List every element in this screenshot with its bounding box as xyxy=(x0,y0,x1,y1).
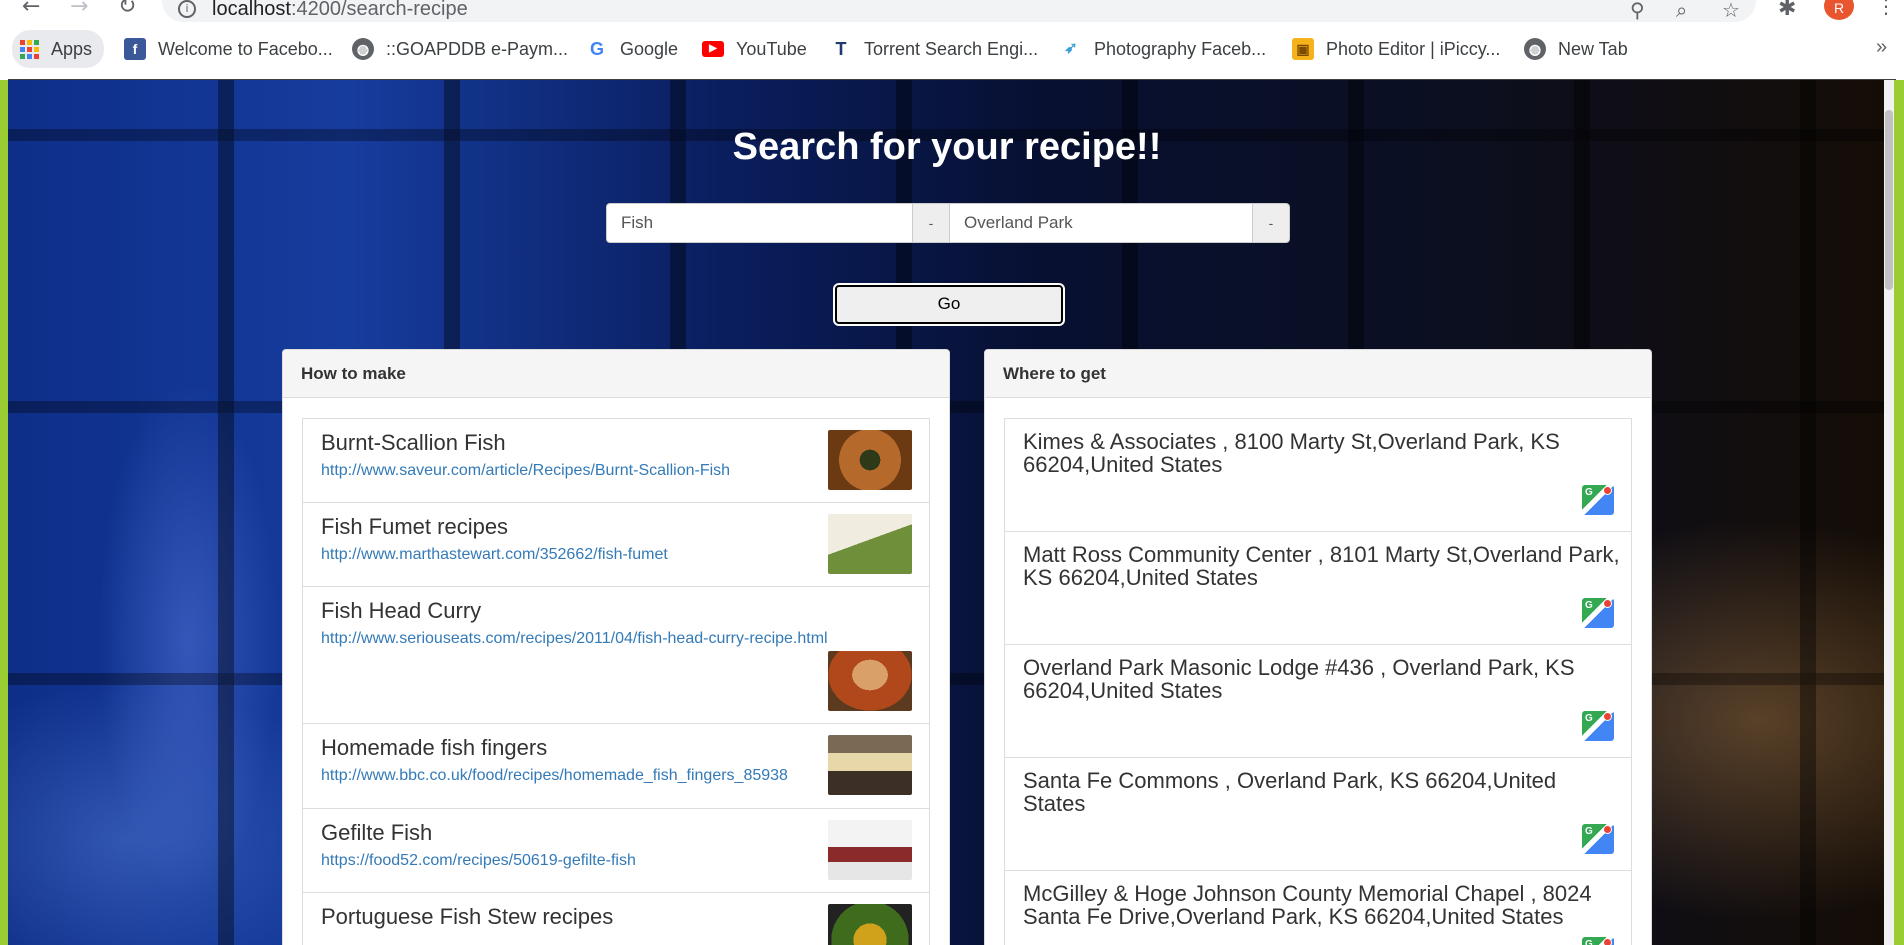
places-panel: Where to get Kimes & Associates , 8100 M… xyxy=(984,349,1652,945)
site-info-icon[interactable]: i xyxy=(178,0,196,18)
zoom-icon[interactable]: ⌕ xyxy=(1676,0,1687,22)
bookmark-label: Apps xyxy=(51,38,93,59)
url-host: localhost xyxy=(212,0,291,20)
bookmark-goapddb[interactable]: ◍ ::GOAPDDB e-Paym... xyxy=(352,30,568,68)
bookmark-facebook[interactable]: f Welcome to Facebo... xyxy=(124,30,333,68)
globe-icon: ◍ xyxy=(352,38,374,60)
recipe-list: Burnt-Scallion Fish http://www.saveur.co… xyxy=(302,418,930,945)
torrentz-icon: T xyxy=(830,38,852,60)
place-address: McGilley & Hoge Johnson County Memorial … xyxy=(1023,881,1592,929)
recipe-link[interactable]: http://www.seriouseats.com/recipes/2011/… xyxy=(321,630,828,648)
youtube-icon: ▶ xyxy=(702,41,724,57)
url-path: :4200/search-recipe xyxy=(290,0,468,20)
bookmark-photo-editor[interactable]: ▣ Photo Editor | iPiccy... xyxy=(1292,30,1500,68)
bookmarks-bar: Apps f Welcome to Facebo... ◍ ::GOAPDDB … xyxy=(0,30,1904,68)
recipe-link[interactable]: http://www.saveur.com/article/Recipes/Bu… xyxy=(321,462,730,480)
ipiccy-icon: ▣ xyxy=(1292,38,1314,60)
recipe-name: Burnt-Scallion Fish xyxy=(321,430,506,455)
bookmark-label: ::GOAPDDB e-Paym... xyxy=(386,38,569,59)
google-maps-icon[interactable]: G xyxy=(1582,711,1614,741)
globe-icon: ◍ xyxy=(1524,38,1546,60)
recipe-thumbnail xyxy=(828,820,912,880)
location-input[interactable] xyxy=(949,203,1263,243)
bookmark-google[interactable]: G Google xyxy=(586,30,678,68)
browser-chrome: ← → ↻ i localhost:4200/search-recipe ⚲ ⌕… xyxy=(0,0,1904,80)
forward-icon[interactable]: → xyxy=(70,0,88,19)
profile-avatar[interactable]: R xyxy=(1824,0,1854,20)
url-text[interactable]: localhost:4200/search-recipe xyxy=(212,0,468,21)
location-input-addon: - xyxy=(1252,203,1290,243)
bookmark-label: Photography Faceb... xyxy=(1094,38,1267,59)
recipe-thumbnail xyxy=(828,430,912,490)
place-address: Overland Park Masonic Lodge #436 , Overl… xyxy=(1023,655,1575,703)
recipe-thumbnail xyxy=(828,651,912,711)
bookmark-label: YouTube xyxy=(736,38,807,59)
recipe-link[interactable]: http://www.bbc.co.uk/food/recipes/homema… xyxy=(321,767,788,785)
recipe-thumbnail xyxy=(828,514,912,574)
scrollbar[interactable] xyxy=(1884,80,1894,945)
facebook-icon: f xyxy=(124,38,146,60)
bookmark-label: Torrent Search Engi... xyxy=(864,38,1039,59)
location-pin-icon[interactable]: ⚲ xyxy=(1630,0,1645,22)
reload-icon[interactable]: ↻ xyxy=(118,0,136,19)
recipe-name: Fish Head Curry xyxy=(321,598,482,623)
scrollbar-thumb[interactable] xyxy=(1885,110,1893,290)
bookmark-apps[interactable]: Apps xyxy=(12,30,104,68)
extensions-icon[interactable]: ✱ xyxy=(1778,0,1796,21)
recipe-name: Homemade fish fingers xyxy=(321,735,548,760)
recipe-link[interactable]: https://food52.com/recipes/50619-gefilte… xyxy=(321,852,636,870)
place-item[interactable]: Overland Park Masonic Lodge #436 , Overl… xyxy=(1004,644,1632,758)
recipe-link[interactable]: http://www.marthastewart.com/352662/fish… xyxy=(321,546,668,564)
place-list: Kimes & Associates , 8100 Marty St,Overl… xyxy=(1004,418,1632,945)
go-button[interactable]: Go xyxy=(835,285,1063,324)
places-panel-title: Where to get xyxy=(985,350,1651,398)
recipe-search-input[interactable] xyxy=(606,203,913,243)
bird-icon: ➶ xyxy=(1060,38,1082,60)
recipe-item[interactable]: Homemade fish fingers http://www.bbc.co.… xyxy=(302,723,930,809)
menu-icon[interactable]: ⋮ xyxy=(1876,0,1896,18)
bookmark-label: Photo Editor | iPiccy... xyxy=(1326,38,1501,59)
place-address: Santa Fe Commons , Overland Park, KS 662… xyxy=(1023,768,1557,816)
google-maps-icon[interactable]: G xyxy=(1582,598,1614,628)
google-maps-icon[interactable]: G xyxy=(1582,937,1614,945)
bookmark-youtube[interactable]: ▶ YouTube xyxy=(702,30,807,68)
recipe-input-addon: - xyxy=(912,203,950,243)
place-address: Kimes & Associates , 8100 Marty St,Overl… xyxy=(1023,429,1560,477)
page-title: Search for your recipe!! xyxy=(732,126,1162,168)
recipe-name: Portuguese Fish Stew recipes xyxy=(321,904,614,929)
recipe-item[interactable]: Portuguese Fish Stew recipes xyxy=(302,892,930,945)
recipe-item[interactable]: Gefilte Fish https://food52.com/recipes/… xyxy=(302,808,930,893)
more-bookmarks-icon[interactable]: » xyxy=(1876,36,1887,59)
place-item[interactable]: Santa Fe Commons , Overland Park, KS 662… xyxy=(1004,757,1632,871)
place-item[interactable]: McGilley & Hoge Johnson County Memorial … xyxy=(1004,870,1632,945)
recipe-thumbnail xyxy=(828,904,912,945)
recipe-thumbnail xyxy=(828,735,912,795)
recipes-panel-title: How to make xyxy=(283,350,949,398)
google-maps-icon[interactable]: G xyxy=(1582,485,1614,515)
recipe-item[interactable]: Burnt-Scallion Fish http://www.saveur.co… xyxy=(302,418,930,503)
google-maps-icon[interactable]: G xyxy=(1582,824,1614,854)
address-bar[interactable]: i localhost:4200/search-recipe ⚲ ⌕ ☆ xyxy=(162,0,1756,22)
recipe-name: Fish Fumet recipes xyxy=(321,514,509,539)
apps-grid-icon xyxy=(20,39,39,59)
star-icon[interactable]: ☆ xyxy=(1722,0,1740,22)
recipe-item[interactable]: Fish Head Curry http://www.seriouseats.c… xyxy=(302,586,930,724)
bookmark-label: New Tab xyxy=(1558,38,1628,59)
place-item[interactable]: Kimes & Associates , 8100 Marty St,Overl… xyxy=(1004,418,1632,532)
address-bar-row: ← → ↻ i localhost:4200/search-recipe ⚲ ⌕… xyxy=(0,0,1904,24)
bookmark-label: Google xyxy=(620,38,679,59)
bookmark-torrent[interactable]: T Torrent Search Engi... xyxy=(830,30,1038,68)
google-icon: G xyxy=(586,38,608,60)
place-address: Matt Ross Community Center , 8101 Marty … xyxy=(1023,542,1620,590)
back-icon[interactable]: ← xyxy=(22,0,40,19)
recipes-panel: How to make Burnt-Scallion Fish http://w… xyxy=(282,349,950,945)
recipe-item[interactable]: Fish Fumet recipes http://www.marthastew… xyxy=(302,502,930,587)
bookmark-photography[interactable]: ➶ Photography Faceb... xyxy=(1060,30,1266,68)
page-background: Search for your recipe!! - - Go How to m… xyxy=(8,80,1894,945)
bookmark-new-tab[interactable]: ◍ New Tab xyxy=(1524,30,1628,68)
place-item[interactable]: Matt Ross Community Center , 8101 Marty … xyxy=(1004,531,1632,645)
bookmark-label: Welcome to Facebo... xyxy=(158,38,333,59)
recipe-name: Gefilte Fish xyxy=(321,820,433,845)
